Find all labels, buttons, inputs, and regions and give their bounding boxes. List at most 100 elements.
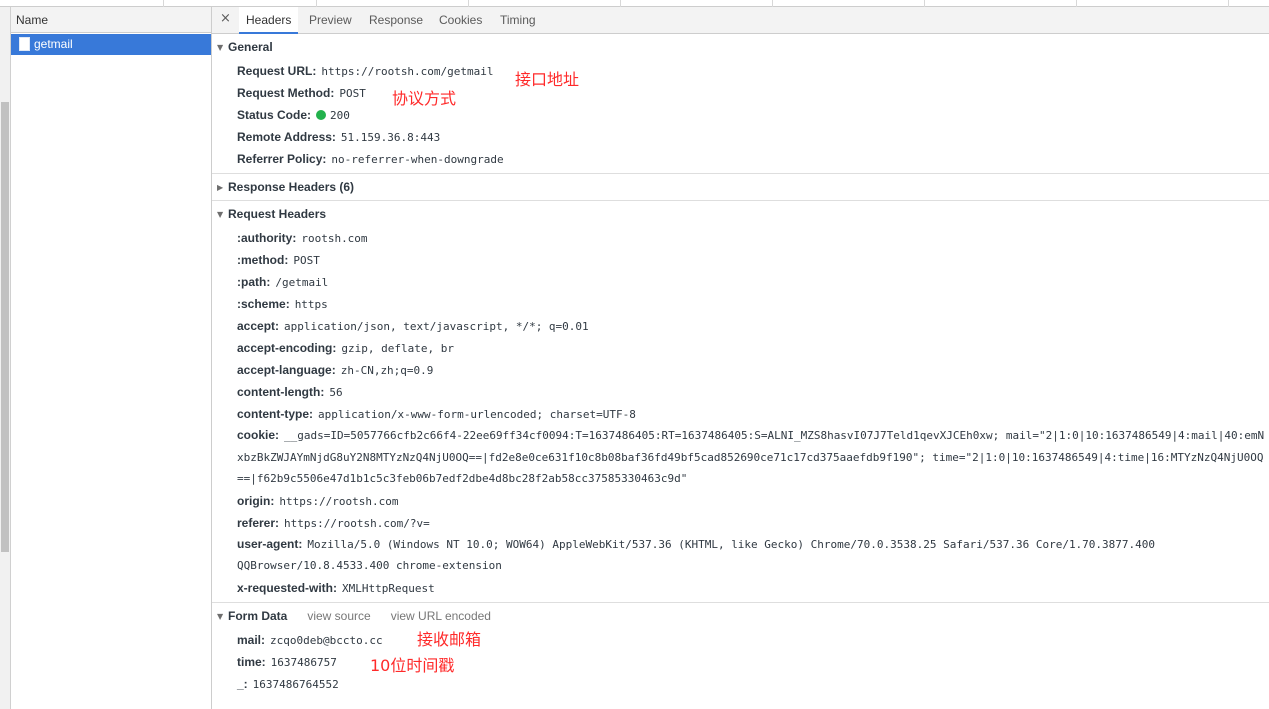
- annotation-method: 协议方式: [392, 89, 457, 108]
- left-scrollbar[interactable]: [0, 7, 11, 709]
- view-source-link[interactable]: view source: [307, 609, 370, 623]
- form-row-mail: mail: zcqo0deb@bccto.cc: [212, 629, 1269, 651]
- scrollbar-thumb[interactable]: [1, 102, 9, 552]
- header-value: https://rootsh.com: [279, 494, 399, 508]
- header-row: :authority: rootsh.com: [212, 227, 1269, 249]
- form-value: 1637486764552: [252, 677, 339, 691]
- form-value: zcqo0deb@bccto.cc: [270, 633, 383, 647]
- tab-headers[interactable]: Headers: [239, 7, 299, 34]
- header-row: :scheme: https: [212, 293, 1269, 315]
- triangle-down-icon: ▼: [217, 43, 224, 52]
- header-key: :scheme:: [237, 297, 290, 311]
- tab-response[interactable]: Response: [369, 7, 423, 34]
- header-row-remote-address: Remote Address: 51.159.36.8:443: [212, 126, 1269, 148]
- header-key: Referrer Policy:: [237, 152, 327, 166]
- header-key: Request Method:: [237, 86, 335, 100]
- tab-cookies[interactable]: Cookies: [439, 7, 482, 34]
- header-row-referrer-policy: Referrer Policy: no-referrer-when-downgra…: [212, 148, 1269, 170]
- triangle-down-icon: ▼: [217, 611, 224, 621]
- header-row-request-url: Request URL: https://rootsh.com/getmail: [212, 60, 1269, 82]
- header-key: referer:: [237, 515, 280, 530]
- strip-divider: [924, 0, 925, 7]
- header-value: 51.159.36.8:443: [340, 131, 441, 144]
- status-ok-icon: [316, 110, 327, 120]
- annotation-time: 10位时间戳: [370, 655, 455, 675]
- annotation-mail: 接收邮箱: [417, 629, 482, 649]
- header-key: :path:: [237, 275, 271, 289]
- header-row: :path: /getmail: [212, 271, 1269, 293]
- header-value: Mozilla/5.0 (Windows NT 10.0; WOW64) App…: [237, 537, 1156, 573]
- triangle-down-icon: ▼: [217, 210, 224, 219]
- header-row: accept: application/json, text/javascript…: [212, 315, 1269, 337]
- header-row: :method: POST: [212, 249, 1269, 271]
- header-key: content-length:: [237, 385, 325, 399]
- header-row: origin: https://rootsh.com: [212, 490, 1269, 512]
- form-data-header[interactable]: ▼ Form Data view source view URL encoded: [212, 603, 1269, 629]
- header-value: XMLHttpRequest: [342, 581, 435, 595]
- header-value: no-referrer-when-downgrade: [331, 153, 504, 166]
- tab-preview[interactable]: Preview: [309, 7, 352, 34]
- document-icon: [19, 37, 30, 51]
- header-value: application/json, text/javascript, */*; …: [284, 320, 589, 333]
- header-value: 56: [329, 386, 343, 399]
- section-title: Response Headers (6): [228, 180, 355, 194]
- name-column-header[interactable]: Name: [11, 7, 211, 33]
- header-key: :authority:: [237, 231, 297, 245]
- header-value: __gads=ID=5057766cfb2c66f4-22ee69ff34cf0…: [237, 429, 1265, 485]
- header-value: https: [294, 298, 328, 311]
- form-data-section: ▼ Form Data view source view URL encoded ma…: [212, 603, 1269, 695]
- section-title: General: [228, 40, 273, 54]
- section-title: Form Data: [228, 608, 288, 623]
- header-value: gzip, deflate, br: [341, 342, 454, 355]
- strip-divider: [1076, 0, 1077, 7]
- header-key: :method:: [237, 253, 289, 267]
- header-key: x-requested-with:: [237, 580, 338, 595]
- header-row-user-agent: user-agent: Mozilla/5.0 (Windows NT 10.0;…: [212, 534, 1269, 577]
- response-headers-section: ▶ Response Headers (6): [212, 174, 1269, 201]
- header-row: content-length: 56: [212, 381, 1269, 403]
- form-key: _:: [237, 676, 248, 691]
- view-url-encoded-link[interactable]: view URL encoded: [391, 609, 491, 623]
- header-row: content-type: application/x-www-form-urle…: [212, 403, 1269, 425]
- header-value: https://rootsh.com/getmail: [321, 65, 494, 78]
- form-key: mail:: [237, 632, 266, 647]
- strip-divider: [620, 0, 621, 7]
- header-value: /getmail: [275, 276, 329, 289]
- header-key: Status Code:: [237, 108, 312, 122]
- header-key: Request URL:: [237, 64, 317, 78]
- triangle-right-icon: ▶: [217, 183, 224, 192]
- form-row-underscore: _: 1637486764552: [212, 673, 1269, 695]
- close-icon[interactable]: ×: [220, 11, 231, 26]
- header-row: x-requested-with: XMLHttpRequest: [212, 577, 1269, 599]
- header-value: zh-CN,zh;q=0.9: [340, 364, 434, 377]
- strip-divider: [316, 0, 317, 7]
- request-row-getmail[interactable]: getmail: [11, 34, 211, 55]
- header-row-cookie: cookie: __gads=ID=5057766cfb2c66f4-22ee69…: [212, 425, 1269, 490]
- request-details-pane: × Headers Preview Response Cookies Timin…: [212, 7, 1269, 709]
- general-section-header[interactable]: ▼ General: [212, 34, 1269, 60]
- response-headers-header[interactable]: ▶ Response Headers (6): [212, 174, 1269, 200]
- header-key: Remote Address:: [237, 130, 336, 144]
- tab-timing[interactable]: Timing: [500, 7, 536, 34]
- header-value: POST: [339, 87, 366, 100]
- header-key: accept-encoding:: [237, 341, 337, 355]
- general-section: ▼ General Request URL: https://rootsh.com/…: [212, 34, 1269, 174]
- form-key: time:: [237, 654, 266, 669]
- header-value: https://rootsh.com/?v=: [284, 516, 430, 530]
- header-row-status-code: Status Code: 200: [212, 104, 1269, 126]
- request-name: getmail: [34, 37, 73, 51]
- header-value: application/x-www-form-urlencoded; chars…: [318, 408, 636, 421]
- strip-divider: [163, 0, 164, 7]
- request-headers-header[interactable]: ▼ Request Headers: [212, 201, 1269, 227]
- waterfall-strip: [0, 0, 1269, 7]
- header-value: POST: [293, 254, 320, 267]
- header-key: content-type:: [237, 407, 313, 421]
- header-key: cookie:: [237, 428, 280, 442]
- strip-divider: [468, 0, 469, 7]
- form-value: 1637486757: [270, 655, 337, 669]
- section-title: Request Headers: [228, 207, 327, 221]
- header-row: accept-encoding: gzip, deflate, br: [212, 337, 1269, 359]
- header-row: referer: https://rootsh.com/?v=: [212, 512, 1269, 534]
- header-key: accept:: [237, 319, 280, 333]
- header-value: 200: [330, 109, 350, 122]
